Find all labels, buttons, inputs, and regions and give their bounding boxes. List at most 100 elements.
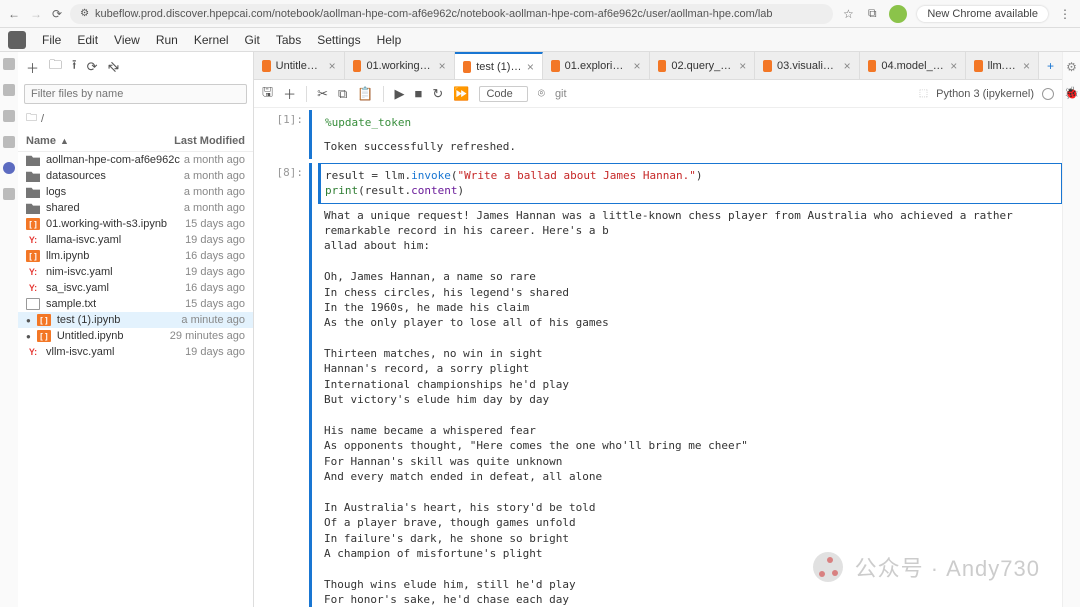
fb-column-header: Name ▲ Last Modified bbox=[18, 131, 253, 152]
command-icon[interactable]: ⌾ bbox=[538, 86, 545, 101]
kernel-status-icon[interactable] bbox=[1042, 88, 1054, 100]
paste-icon[interactable]: 📋 bbox=[357, 86, 373, 102]
file-row[interactable]: sample.txt15 days ago bbox=[18, 296, 253, 312]
file-row[interactable]: ●[ ]test (1).ipynba minute ago bbox=[18, 312, 253, 328]
property-inspector-icon[interactable]: ⚙ bbox=[1066, 60, 1077, 74]
file-name: test (1).ipynb bbox=[57, 314, 121, 326]
file-row[interactable]: datasourcesa month ago bbox=[18, 168, 253, 184]
file-modified: a month ago bbox=[184, 154, 245, 166]
kernel-busy-icon[interactable]: ⬚ bbox=[919, 88, 928, 99]
code-input[interactable]: result = llm.invoke("Write a ballad abou… bbox=[318, 163, 1062, 204]
file-browser-icon[interactable] bbox=[3, 58, 15, 70]
extra-icon[interactable] bbox=[3, 188, 15, 200]
close-icon[interactable]: × bbox=[527, 60, 534, 74]
toc-icon[interactable] bbox=[3, 136, 15, 148]
menu-tabs[interactable]: Tabs bbox=[268, 31, 309, 49]
notebook-tab[interactable]: 02.query_with_ez× bbox=[650, 52, 756, 79]
notebook-tab[interactable]: 04.model_training× bbox=[860, 52, 967, 79]
menu-settings[interactable]: Settings bbox=[309, 31, 368, 49]
cut-icon[interactable]: ✂ bbox=[317, 86, 328, 102]
notebook-tab[interactable]: llm.ipynb× bbox=[966, 52, 1039, 79]
site-info-icon[interactable]: ⚙ bbox=[80, 8, 89, 19]
menu-run[interactable]: Run bbox=[148, 31, 186, 49]
debugger-icon[interactable]: 🐞 bbox=[1064, 86, 1079, 100]
menu-file[interactable]: File bbox=[34, 31, 69, 49]
close-icon[interactable]: × bbox=[844, 59, 851, 73]
file-name: sa_isvc.yaml bbox=[46, 282, 109, 294]
menu-edit[interactable]: Edit bbox=[69, 31, 106, 49]
extensions-icon[interactable]: ⧉ bbox=[865, 7, 879, 21]
file-row[interactable]: Y:nim-isvc.yaml19 days ago bbox=[18, 264, 253, 280]
menu-view[interactable]: View bbox=[106, 31, 148, 49]
close-icon[interactable]: × bbox=[739, 59, 746, 73]
notebook-cell[interactable]: [8]:result = llm.invoke("Write a ballad … bbox=[254, 161, 1062, 607]
upload-icon[interactable]: ⭱ bbox=[72, 56, 77, 78]
jupyter-logo-icon[interactable] bbox=[8, 31, 26, 49]
menu-kernel[interactable]: Kernel bbox=[186, 31, 237, 49]
file-row[interactable]: [ ]01.working-with-s3.ipynb15 days ago bbox=[18, 216, 253, 232]
bookmark-icon[interactable]: ☆ bbox=[841, 7, 855, 21]
new-tab-button[interactable]: + bbox=[1039, 52, 1062, 79]
file-row[interactable]: shareda month ago bbox=[18, 200, 253, 216]
tab-bar: Untitled.ipynb×01.working-with-s3×test (… bbox=[254, 52, 1062, 80]
cell-type-select[interactable]: Code bbox=[479, 86, 527, 102]
refresh-icon[interactable]: ⟳ bbox=[87, 59, 98, 75]
kernel-name[interactable]: Python 3 (ipykernel) bbox=[936, 88, 1034, 100]
menu-git[interactable]: Git bbox=[237, 31, 268, 49]
nav-reload-icon[interactable]: ⟳ bbox=[52, 7, 62, 21]
col-mod-label[interactable]: Last Modified bbox=[174, 135, 245, 147]
git-icon[interactable]: git bbox=[555, 88, 567, 100]
cell-prompt: [8]: bbox=[254, 163, 309, 607]
close-icon[interactable]: × bbox=[1023, 59, 1030, 73]
notebook-tab[interactable]: 01.working-with-s3× bbox=[345, 52, 455, 79]
close-icon[interactable]: × bbox=[634, 59, 641, 73]
file-row[interactable]: ●[ ]Untitled.ipynb29 minutes ago bbox=[18, 328, 253, 344]
run-all-icon[interactable]: ⏩ bbox=[453, 86, 469, 102]
nav-forward-icon[interactable]: → bbox=[30, 7, 42, 21]
filter-input[interactable] bbox=[24, 84, 247, 104]
file-row[interactable]: aollman-hpe-com-af6e962ca month ago bbox=[18, 152, 253, 168]
close-icon[interactable]: × bbox=[950, 59, 957, 73]
close-icon[interactable]: × bbox=[439, 59, 446, 73]
notebook-cell[interactable]: [1]:%update_tokenToken successfully refr… bbox=[254, 108, 1062, 161]
extension-icon[interactable] bbox=[3, 162, 15, 174]
nav-back-icon[interactable]: ← bbox=[8, 7, 20, 21]
running-icon[interactable] bbox=[3, 84, 15, 96]
notebook-tab[interactable]: 01.exploring_data× bbox=[543, 52, 650, 79]
col-name-label[interactable]: Name bbox=[26, 135, 56, 147]
menu-help[interactable]: Help bbox=[369, 31, 410, 49]
notebook-tab[interactable]: 03.visualizing_da× bbox=[755, 52, 859, 79]
notebook-icon bbox=[262, 60, 271, 72]
new-folder-icon[interactable]: 🗀 bbox=[49, 56, 62, 78]
git-icon[interactable] bbox=[3, 110, 15, 122]
code-input[interactable]: %update_token bbox=[318, 110, 1062, 135]
file-row[interactable]: logsa month ago bbox=[18, 184, 253, 200]
restart-icon[interactable]: ↻ bbox=[432, 86, 443, 102]
new-launcher-icon[interactable]: ＋ bbox=[26, 58, 39, 77]
close-icon[interactable]: × bbox=[329, 59, 336, 73]
file-row[interactable]: [ ]llm.ipynb16 days ago bbox=[18, 248, 253, 264]
copy-icon[interactable]: ⧉ bbox=[338, 86, 347, 102]
file-row[interactable]: Y:sa_isvc.yaml16 days ago bbox=[18, 280, 253, 296]
run-icon[interactable]: ▶ bbox=[394, 86, 404, 102]
file-modified: a month ago bbox=[184, 202, 245, 214]
breadcrumb[interactable]: 🗀/ bbox=[18, 106, 253, 131]
url-bar[interactable]: ⚙ kubeflow.prod.discover.hpepcai.com/not… bbox=[70, 4, 833, 24]
notebook-tab[interactable]: Untitled.ipynb× bbox=[254, 52, 345, 79]
sort-asc-icon[interactable]: ▲ bbox=[60, 136, 69, 146]
add-cell-icon[interactable]: ＋ bbox=[283, 84, 296, 103]
notebook-tab[interactable]: test (1).ipynb× bbox=[455, 52, 543, 79]
file-row[interactable]: Y:vllm-isvc.yaml19 days ago bbox=[18, 344, 253, 360]
git-pull-icon[interactable]: ⇄ bbox=[103, 57, 122, 76]
notebook-body[interactable]: [1]:%update_tokenToken successfully refr… bbox=[254, 108, 1062, 607]
main-area: Untitled.ipynb×01.working-with-s3×test (… bbox=[254, 52, 1062, 607]
overflow-menu-icon[interactable]: ⋮ bbox=[1058, 7, 1072, 21]
profile-avatar[interactable] bbox=[889, 5, 907, 23]
file-browser: ＋ 🗀 ⭱ ⟳ ⇄ 🗀/ Name ▲ Last Modified aollman… bbox=[18, 52, 254, 607]
file-row[interactable]: Y:llama-isvc.yaml19 days ago bbox=[18, 232, 253, 248]
browser-toolbar: ← → ⟳ ⚙ kubeflow.prod.discover.hpepcai.c… bbox=[0, 0, 1080, 28]
update-chip[interactable]: New Chrome available bbox=[917, 6, 1048, 22]
save-icon[interactable]: 🖫 bbox=[262, 83, 273, 105]
dirty-dot-icon: ● bbox=[26, 316, 31, 325]
stop-icon[interactable]: ■ bbox=[414, 86, 422, 101]
